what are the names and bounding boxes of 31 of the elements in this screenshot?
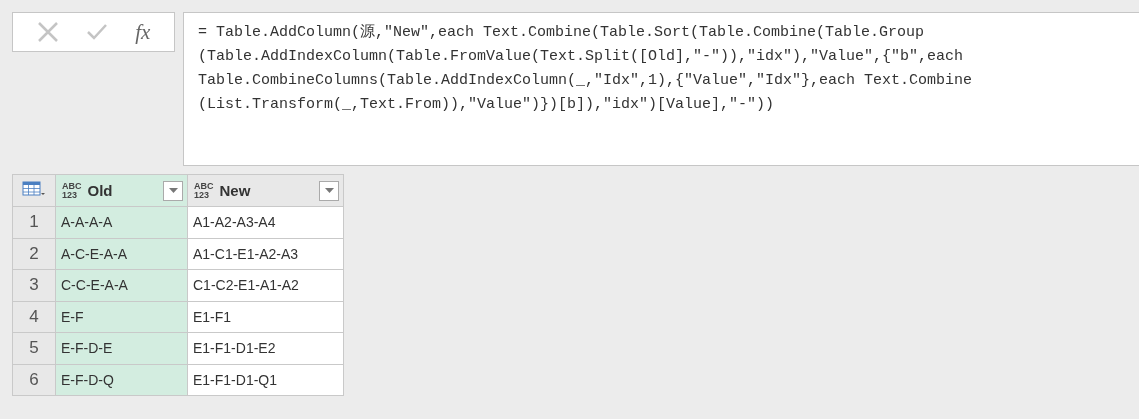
row-number: 4 xyxy=(12,301,56,333)
caret-icon xyxy=(324,188,334,193)
column-name: Old xyxy=(87,182,114,199)
table-cell: A1-C1-E1-A2-A3 xyxy=(187,238,344,270)
row-number: 2 xyxy=(12,238,56,270)
table-cell: A-A-A-A xyxy=(55,206,188,238)
table-cell: E1-F1 xyxy=(187,301,344,333)
table-cell: C1-C2-E1-A1-A2 xyxy=(187,269,344,301)
caret-icon xyxy=(168,188,178,193)
column-name: New xyxy=(219,182,252,199)
row-number: 1 xyxy=(12,206,56,238)
table-cell: E-F xyxy=(55,301,188,333)
row-number: 6 xyxy=(12,364,56,396)
type-label: ABC 123 xyxy=(194,181,214,200)
table-cell: E-F-D-E xyxy=(55,332,188,364)
table-cell: E-F-D-Q xyxy=(55,364,188,396)
fx-label[interactable]: fx xyxy=(135,19,151,45)
row-number: 5 xyxy=(12,332,56,364)
table-cell: A1-A2-A3-A4 xyxy=(187,206,344,238)
filter-button[interactable] xyxy=(163,180,183,201)
table-cell: E1-F1-D1-Q1 xyxy=(187,364,344,396)
type-label: ABC 123 xyxy=(62,181,82,200)
table-cell: A-C-E-A-A xyxy=(55,238,188,270)
table-cell: C-C-E-A-A xyxy=(55,269,188,301)
row-number: 3 xyxy=(12,269,56,301)
table-cell: E1-F1-D1-E2 xyxy=(187,332,344,364)
filter-button[interactable] xyxy=(319,180,339,201)
checkmark-icon[interactable] xyxy=(85,23,108,41)
table-icon xyxy=(22,181,46,197)
formula-field[interactable]: = Table.AddColumn(源,"New",each Text.Combine(Table.Sort(Table.Combine(Table.Group (Table.AddIndexColumn(Table.FromValue(Text.Split([Old],"-")),"idx"),"Value",{"b",each Table.CombineColumns(Table.AddIndexColumn(_,"Idx",1),{"Value","Idx"},each Text.Combine (List.Transform(_,Text.From)),"Value")})[b]),"idx")[Value],"-")) xyxy=(183,12,1139,166)
table-menu-button[interactable] xyxy=(12,174,56,207)
